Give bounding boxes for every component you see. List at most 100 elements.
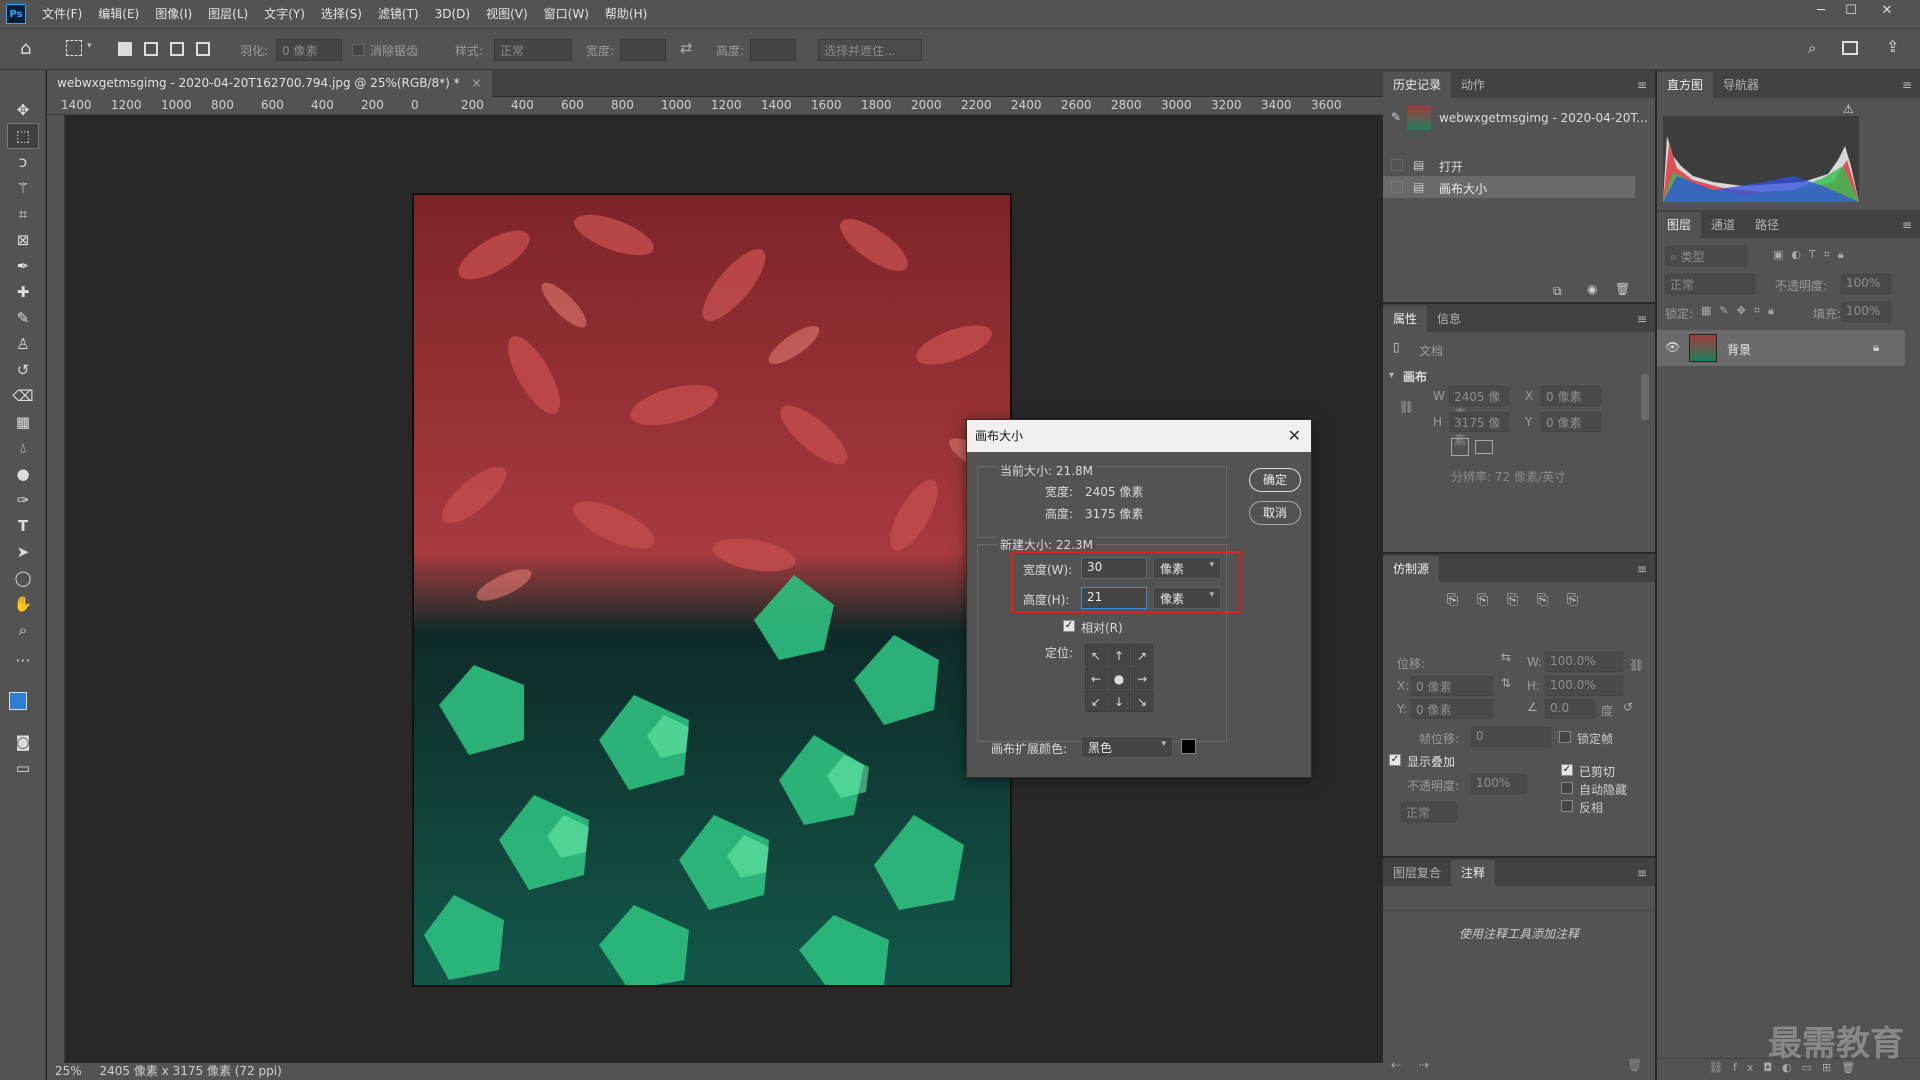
zoom-tool-icon[interactable]: ⌕ bbox=[8, 618, 38, 642]
layer-row[interactable]: 👁︎ 背景 🔒︎ bbox=[1657, 330, 1905, 366]
extension-color-select[interactable]: 黑色 ▾ bbox=[1081, 736, 1173, 758]
pen-tool-icon[interactable]: ✑ bbox=[8, 488, 38, 512]
menu-filter[interactable]: 滤镜(T) bbox=[370, 0, 427, 28]
chevron-down-icon[interactable]: ▾ bbox=[1389, 370, 1394, 381]
layer-filter-select[interactable]: ⌕ 类型 bbox=[1665, 246, 1747, 266]
new-height-input[interactable]: 21 bbox=[1081, 587, 1147, 609]
eyedropper-icon[interactable]: ✒ bbox=[8, 254, 38, 278]
panel-menu-icon[interactable]: ≡ bbox=[1637, 866, 1647, 880]
clone-source-4-icon[interactable]: ⎘ bbox=[1537, 592, 1548, 608]
warning-icon[interactable]: ⚠ bbox=[1843, 102, 1854, 116]
menu-3d[interactable]: 3D(D) bbox=[427, 0, 478, 28]
canvas-width-input[interactable]: 2405 像素 bbox=[1449, 386, 1509, 421]
feather-input[interactable]: 0 像素 bbox=[276, 39, 342, 61]
tab-info[interactable]: 信息 bbox=[1427, 306, 1471, 332]
height-input[interactable] bbox=[750, 39, 796, 61]
lock-frame-checkbox[interactable] bbox=[1559, 731, 1571, 743]
anchor-center-icon[interactable]: ● bbox=[1108, 667, 1130, 689]
crop-tool-icon[interactable]: ⌗ bbox=[8, 202, 38, 226]
eraser-icon[interactable]: ⌫ bbox=[8, 384, 38, 408]
panel-menu-icon[interactable]: ≡ bbox=[1637, 78, 1647, 92]
swap-icon[interactable]: ⇄ bbox=[680, 39, 693, 57]
auto-hide-checkbox[interactable] bbox=[1561, 782, 1573, 794]
tab-histogram[interactable]: 直方图 bbox=[1657, 72, 1714, 98]
hand-tool-icon[interactable]: ✋ bbox=[8, 592, 38, 616]
tab-actions[interactable]: 动作 bbox=[1451, 72, 1495, 98]
new-selection-icon[interactable] bbox=[118, 42, 132, 56]
clone-source-2-icon[interactable]: ⎘ bbox=[1477, 592, 1488, 608]
add-selection-icon[interactable] bbox=[144, 42, 158, 56]
overlay-opacity-input[interactable]: 100% bbox=[1471, 774, 1527, 794]
tab-paths[interactable]: 路径 bbox=[1745, 212, 1789, 238]
panel-menu-icon[interactable]: ≡ bbox=[1637, 562, 1647, 576]
frame-tool-icon[interactable]: ⊠ bbox=[8, 228, 38, 252]
extension-color-swatch[interactable] bbox=[1181, 739, 1196, 754]
ellipse-tool-icon[interactable]: ◯ bbox=[8, 566, 38, 590]
new-width-input[interactable]: 30 bbox=[1081, 557, 1147, 579]
history-item[interactable]: ▤ 打开 bbox=[1383, 154, 1635, 176]
move-tool-icon[interactable]: ✥ bbox=[8, 98, 38, 122]
link-icon[interactable]: ⛓︎ bbox=[1399, 400, 1414, 414]
canvas-x-input[interactable]: 0 像素 bbox=[1541, 386, 1601, 406]
style-select[interactable]: 正常 bbox=[494, 39, 572, 61]
panel-menu-icon[interactable]: ≡ bbox=[1637, 312, 1647, 326]
cancel-button[interactable]: 取消 bbox=[1249, 501, 1301, 525]
trash-icon[interactable]: 🗑︎ bbox=[1627, 1058, 1642, 1072]
history-snapshot[interactable]: ✎ webwxgetmsgimg - 2020-04-20T... bbox=[1383, 102, 1655, 134]
clone-stamp-icon[interactable]: ♙ bbox=[8, 332, 38, 356]
anchor-bottom-icon[interactable]: ↓ bbox=[1108, 690, 1130, 712]
workspace-icon[interactable] bbox=[1842, 41, 1858, 55]
tab-history[interactable]: 历史记录 bbox=[1383, 72, 1452, 98]
history-item-selected[interactable]: ▤ 画布大小 bbox=[1383, 176, 1635, 198]
subtract-selection-icon[interactable] bbox=[170, 42, 184, 56]
marquee-preset-icon[interactable] bbox=[66, 40, 82, 56]
home-icon[interactable]: ⌂ bbox=[20, 38, 31, 59]
history-source-box[interactable] bbox=[1391, 181, 1403, 193]
flip-horizontal-icon[interactable]: ⇆ bbox=[1501, 650, 1511, 664]
trash-icon[interactable]: 🗑︎ bbox=[1615, 282, 1630, 296]
menu-select[interactable]: 选择(S) bbox=[313, 0, 370, 28]
flip-vertical-icon[interactable]: ⇅ bbox=[1501, 676, 1511, 690]
dialog-close-icon[interactable]: ✕ bbox=[1288, 420, 1301, 452]
link-icon[interactable]: ⛓︎ bbox=[1629, 658, 1644, 672]
overlay-blend-select[interactable]: 正常 bbox=[1401, 802, 1457, 822]
new-document-icon[interactable]: ⧉ bbox=[1553, 284, 1562, 299]
menu-edit[interactable]: 编辑(E) bbox=[90, 0, 147, 28]
marquee-tool-icon[interactable]: ⬚ bbox=[7, 123, 39, 149]
canvas-height-input[interactable]: 3175 像素 bbox=[1449, 412, 1509, 447]
anchor-top-right-icon[interactable]: ↗ bbox=[1131, 644, 1153, 666]
offset-y-input[interactable]: 0 像素 bbox=[1411, 699, 1493, 719]
scrollbar[interactable] bbox=[1641, 374, 1649, 420]
menu-layer[interactable]: 图层(L) bbox=[200, 0, 256, 28]
tab-close-icon[interactable]: × bbox=[471, 76, 481, 90]
menu-window[interactable]: 窗口(W) bbox=[536, 0, 597, 28]
antialias-checkbox[interactable] bbox=[352, 44, 364, 56]
magic-wand-icon[interactable]: ⚚ bbox=[8, 176, 38, 200]
next-icon[interactable]: ⇢ bbox=[1419, 1058, 1429, 1072]
menu-file[interactable]: 文件(F) bbox=[34, 0, 90, 28]
document-image[interactable] bbox=[412, 193, 1012, 987]
height-unit-select[interactable]: 像素 ▾ bbox=[1153, 587, 1221, 609]
menu-help[interactable]: 帮助(H) bbox=[597, 0, 655, 28]
anchor-bottom-left-icon[interactable]: ↙ bbox=[1085, 690, 1107, 712]
minimize-icon[interactable]: ─ bbox=[1806, 0, 1836, 22]
brush-tool-icon[interactable]: ✎ bbox=[8, 306, 38, 330]
layer-filter-icons[interactable]: ▣◐T⌗🔒︎ bbox=[1773, 248, 1852, 262]
path-select-icon[interactable]: ➤ bbox=[8, 540, 38, 564]
reset-icon[interactable]: ↺ bbox=[1623, 700, 1633, 714]
tab-channels[interactable]: 通道 bbox=[1701, 212, 1745, 238]
menu-type[interactable]: 文字(Y) bbox=[256, 0, 313, 28]
panel-menu-icon[interactable]: ≡ bbox=[1902, 218, 1912, 232]
camera-icon[interactable]: ◉ bbox=[1587, 282, 1597, 296]
search-icon[interactable]: ⌕ bbox=[1808, 39, 1816, 57]
clone-source-3-icon[interactable]: ⎘ bbox=[1507, 592, 1518, 608]
document-tab[interactable]: webwxgetmsgimg - 2020-04-20T162700.794.j… bbox=[47, 70, 492, 97]
clipped-checkbox[interactable]: ✓ bbox=[1561, 764, 1573, 776]
panel-menu-icon[interactable]: ≡ bbox=[1902, 78, 1912, 92]
fill-input[interactable]: 100% bbox=[1841, 302, 1891, 322]
more-tools-icon[interactable]: ⋯ bbox=[8, 648, 38, 672]
anchor-bottom-right-icon[interactable]: ↘ bbox=[1131, 690, 1153, 712]
show-overlay-checkbox[interactable]: ✓ bbox=[1389, 754, 1401, 766]
menu-view[interactable]: 视图(V) bbox=[478, 0, 536, 28]
clone-source-5-icon[interactable]: ⎘ bbox=[1567, 592, 1578, 608]
